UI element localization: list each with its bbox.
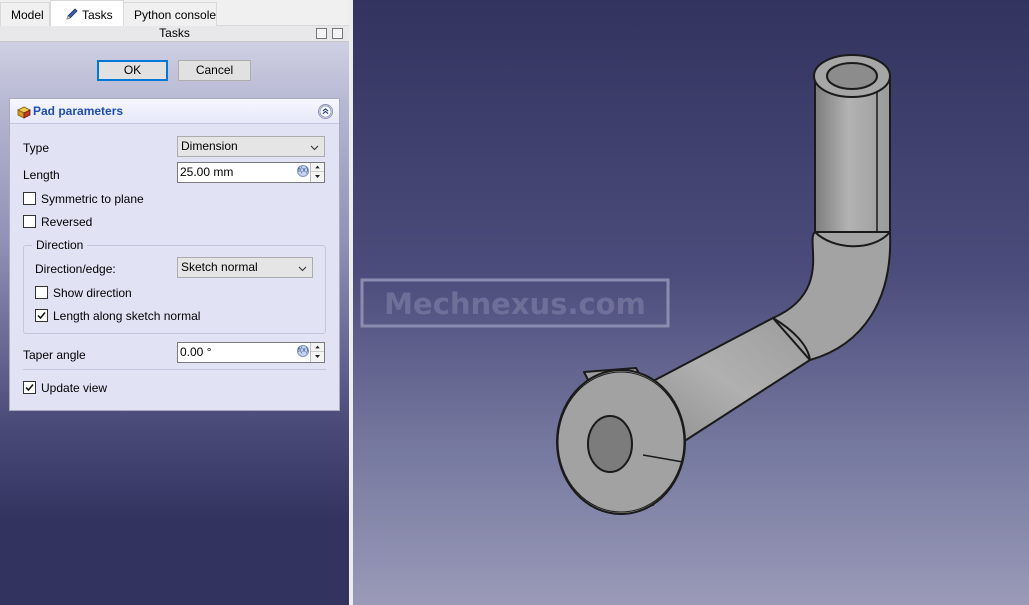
length-value: 25.00 mm	[180, 165, 234, 179]
type-combobox-value: Dimension	[181, 139, 238, 153]
spin-down-icon[interactable]	[311, 172, 324, 181]
direction-edge-combobox[interactable]: Sketch normal	[177, 257, 313, 278]
tab-tasks[interactable]: Tasks	[50, 0, 124, 27]
reversed-label: Reversed	[41, 215, 93, 229]
dock-float-button[interactable]	[316, 28, 327, 39]
spin-down-icon[interactable]	[311, 352, 324, 361]
update-view-checkbox[interactable]	[23, 381, 36, 394]
pipe-model[interactable]	[556, 54, 892, 515]
watermark-text: Mechnexus.com	[384, 287, 646, 321]
length-label: Length	[23, 168, 60, 182]
separator	[23, 369, 326, 370]
checkmark-icon	[37, 312, 46, 320]
collapse-icon[interactable]	[318, 104, 333, 119]
panel-tab-bar: Model Tasks Python console	[0, 0, 349, 27]
taper-angle-stepper[interactable]	[310, 343, 324, 362]
pad-parameters-header[interactable]: Pad parameters	[10, 99, 339, 124]
tasks-dock-title: Tasks	[159, 26, 190, 40]
taper-angle-label: Taper angle	[23, 348, 86, 362]
expression-icon[interactable]: f(x)	[297, 345, 309, 357]
combo-view-panel: Model Tasks Python console Tasks OK Canc…	[0, 0, 349, 605]
type-combobox[interactable]: Dimension	[177, 136, 325, 157]
3d-view-canvas[interactable]: Mechnexus.com	[353, 0, 1029, 605]
direction-edge-label: Direction/edge:	[35, 262, 116, 276]
expression-icon[interactable]: f(x)	[297, 165, 309, 177]
3d-viewport[interactable]: Mechnexus.com	[353, 0, 1029, 605]
reversed-checkbox[interactable]	[23, 215, 36, 228]
show-direction-checkbox[interactable]	[35, 286, 48, 299]
direction-group-title: Direction	[32, 238, 88, 252]
tab-model-label: Model	[11, 8, 44, 22]
tab-tasks-label: Tasks	[82, 8, 113, 22]
direction-edge-value: Sketch normal	[181, 260, 258, 274]
task-area: OK Cancel Pad parameters Type Dimension	[0, 42, 349, 605]
show-direction-label: Show direction	[53, 286, 132, 300]
cancel-button[interactable]: Cancel	[178, 60, 251, 81]
pad-icon	[17, 106, 31, 119]
pad-parameters-box: Pad parameters Type Dimension Length 25.…	[9, 98, 340, 411]
type-label: Type	[23, 141, 50, 155]
spin-up-icon[interactable]	[311, 163, 324, 172]
symmetric-label: Symmetric to plane	[41, 192, 144, 206]
direction-group: Direction Direction/edge: Sketch normal …	[23, 238, 326, 334]
pad-parameters-title: Pad parameters	[33, 104, 124, 118]
symmetric-checkbox[interactable]	[23, 192, 36, 205]
ok-button[interactable]: OK	[97, 60, 168, 81]
chevron-down-icon	[298, 266, 307, 272]
taper-angle-spinbox[interactable]: 0.00 ° f(x)	[177, 342, 325, 363]
tasks-dock-header: Tasks	[0, 26, 349, 42]
chevron-down-icon	[310, 145, 319, 151]
spin-up-icon[interactable]	[311, 343, 324, 352]
length-spinbox[interactable]: 25.00 mm f(x)	[177, 162, 325, 183]
along-normal-label: Length along sketch normal	[53, 309, 201, 323]
dock-restore-button[interactable]	[332, 28, 343, 39]
tab-python-console-label: Python console	[134, 8, 217, 22]
tab-model[interactable]: Model	[0, 2, 50, 26]
watermark: Mechnexus.com	[360, 278, 670, 328]
pencil-icon	[66, 8, 78, 20]
update-view-label: Update view	[41, 381, 108, 395]
taper-angle-value: 0.00 °	[180, 345, 212, 359]
tab-python-console[interactable]: Python console	[123, 2, 217, 26]
checkmark-icon	[25, 384, 34, 392]
length-stepper[interactable]	[310, 163, 324, 182]
along-normal-checkbox[interactable]	[35, 309, 48, 322]
